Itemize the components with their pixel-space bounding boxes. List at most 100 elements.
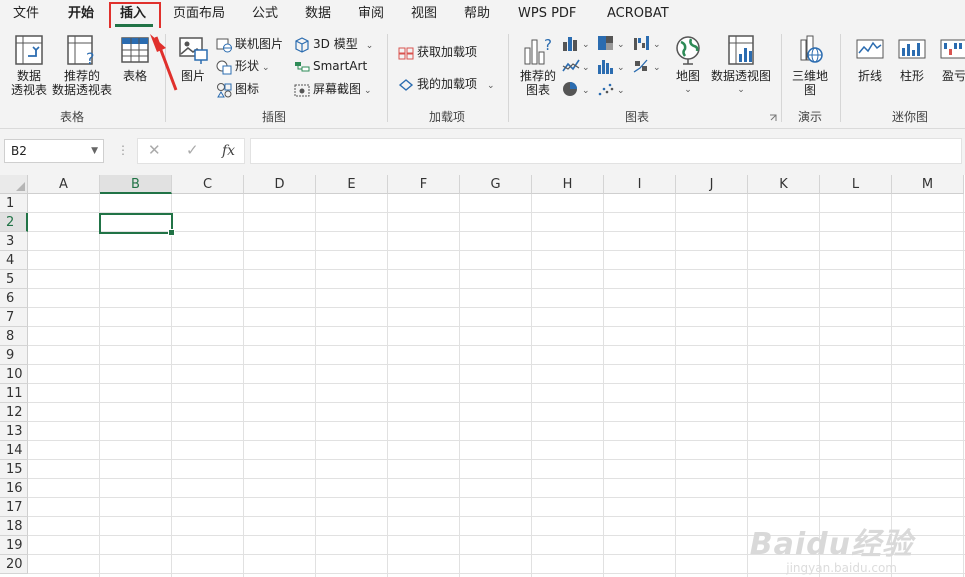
column-header-a[interactable]: A	[28, 175, 100, 194]
menu-file[interactable]: 文件	[13, 0, 39, 28]
column-header-g[interactable]: G	[460, 175, 532, 194]
row-header-15[interactable]: 15	[0, 460, 28, 479]
stat-chart-icon[interactable]: ⌄	[597, 57, 627, 75]
row-header-17[interactable]: 17	[0, 498, 28, 517]
online-picture-button[interactable]: 联机图片	[216, 34, 283, 54]
chevron-down-icon[interactable]: ▼	[91, 140, 98, 162]
smartart-icon	[295, 61, 310, 71]
column-header-l[interactable]: L	[820, 175, 892, 194]
screenshot-icon	[294, 84, 310, 96]
recommended-charts-icon: ?	[524, 36, 552, 65]
pie-chart-icon[interactable]: ⌄	[562, 80, 592, 98]
screenshot-button[interactable]: 屏幕截图 ⌄	[294, 79, 372, 99]
menu-help[interactable]: 帮助	[464, 0, 490, 28]
menu-data[interactable]: 数据	[305, 0, 331, 28]
store-icon	[398, 47, 414, 59]
selected-cell[interactable]	[99, 213, 175, 236]
row-header-8[interactable]: 8	[0, 327, 28, 346]
addins-group-label: 加载项	[429, 110, 466, 124]
screenshot-label: 屏幕截图	[313, 82, 362, 96]
map-3d-label: 三维地 图	[791, 69, 828, 97]
dialog-launcher-icon[interactable]	[769, 114, 777, 122]
column-header-b[interactable]: B	[100, 175, 172, 194]
column-header-j[interactable]: J	[676, 175, 748, 194]
menu-wps-pdf[interactable]: WPS PDF	[518, 0, 576, 28]
row-header-11[interactable]: 11	[0, 384, 28, 403]
row-header-16[interactable]: 16	[0, 479, 28, 498]
illustrations-group-label: 插图	[262, 110, 287, 124]
row-header-19[interactable]: 19	[0, 536, 28, 555]
recommended-charts-label: 推荐的 图表	[519, 69, 556, 97]
menu-page-layout[interactable]: 页面布局	[173, 0, 225, 28]
svg-text:?: ?	[544, 36, 552, 54]
pivot-chart-button[interactable]: 数据透视图 ⌄	[708, 34, 774, 97]
table-button[interactable]: 表格	[116, 34, 154, 83]
get-addins-label: 获取加载项	[417, 45, 478, 59]
drag-handle-icon[interactable]: ⋮	[117, 143, 129, 157]
formula-bar: B2 ▼ ⋮ ✕ ✓ fx	[0, 129, 965, 175]
row-header-12[interactable]: 12	[0, 403, 28, 422]
shapes-button[interactable]: 形状 ⌄	[216, 56, 270, 76]
recommended-charts-button[interactable]: ? 推荐的 图表	[516, 34, 560, 97]
column-header-c[interactable]: C	[172, 175, 244, 194]
row-header-7[interactable]: 7	[0, 308, 28, 327]
menu-view[interactable]: 视图	[411, 0, 437, 28]
smartart-button[interactable]: SmartArt	[294, 56, 367, 76]
row-header-2[interactable]: 2	[0, 213, 28, 232]
enter-icon[interactable]: ✓	[186, 141, 199, 159]
sparkline-column-button[interactable]: 柱形	[894, 34, 930, 83]
column-header-e[interactable]: E	[316, 175, 388, 194]
column-header-k[interactable]: K	[748, 175, 820, 194]
formula-input[interactable]	[250, 138, 962, 164]
insert-function-icon[interactable]: fx	[222, 143, 235, 159]
row-header-4[interactable]: 4	[0, 251, 28, 270]
row-header-20[interactable]: 20	[0, 555, 28, 574]
sparkline-line-button[interactable]: 折线	[852, 34, 888, 83]
hierarchy-chart-icon[interactable]: ⌄	[597, 34, 627, 52]
picture-button[interactable]: 图片	[174, 34, 212, 83]
column-chart-icon[interactable]: ⌄	[562, 34, 592, 52]
name-box[interactable]: B2 ▼	[4, 139, 104, 163]
map-3d-button[interactable]: 三维地 图	[790, 34, 830, 97]
icons-button[interactable]: 图标	[216, 79, 259, 99]
combo-chart-icon[interactable]: ⌄	[633, 57, 663, 75]
menu-review[interactable]: 审阅	[358, 0, 384, 28]
column-header-i[interactable]: I	[604, 175, 676, 194]
maps-button[interactable]: 地图 ⌄	[672, 34, 704, 97]
row-header-9[interactable]: 9	[0, 346, 28, 365]
get-addins-button[interactable]: 获取加载项	[398, 42, 477, 62]
cancel-icon[interactable]: ✕	[148, 141, 161, 159]
column-header-f[interactable]: F	[388, 175, 460, 194]
tours-group-label: 演示	[798, 110, 823, 124]
row-header-14[interactable]: 14	[0, 441, 28, 460]
icons-icon	[217, 82, 232, 97]
select-all-corner[interactable]	[0, 175, 28, 194]
row-header-3[interactable]: 3	[0, 232, 28, 251]
column-header-h[interactable]: H	[532, 175, 604, 194]
menu-home[interactable]: 开始	[68, 0, 94, 28]
sparkline-winloss-button[interactable]: 盈亏	[936, 34, 965, 83]
recommended-pivot-button[interactable]: ? 推荐的 数据透视表	[50, 34, 114, 97]
column-header-d[interactable]: D	[244, 175, 316, 194]
my-addins-button[interactable]: 我的加载项 ⌄	[398, 74, 495, 94]
row-header-10[interactable]: 10	[0, 365, 28, 384]
line-chart-icon[interactable]: ⌄	[562, 57, 592, 75]
model-3d-button[interactable]: 3D 模型 ⌄	[294, 34, 373, 54]
sparkline-winloss-label: 盈亏	[941, 69, 965, 83]
row-header-5[interactable]: 5	[0, 270, 28, 289]
waterfall-chart-icon[interactable]: ⌄	[633, 34, 663, 52]
menu-acrobat[interactable]: ACROBAT	[607, 0, 669, 28]
column-header-m[interactable]: M	[892, 175, 964, 194]
row-header-13[interactable]: 13	[0, 422, 28, 441]
row-header-6[interactable]: 6	[0, 289, 28, 308]
fill-handle[interactable]	[168, 229, 175, 236]
select-all-icon	[16, 182, 25, 191]
menu-formulas[interactable]: 公式	[252, 0, 278, 28]
sparklines-group-label: 迷你图	[892, 110, 929, 124]
row-header-1[interactable]: 1	[0, 194, 28, 213]
pivot-table-button[interactable]: 数据 透视表	[8, 34, 50, 97]
model-3d-label: 3D 模型	[313, 37, 358, 51]
scatter-chart-icon[interactable]: ⌄	[597, 80, 627, 98]
row-header-18[interactable]: 18	[0, 517, 28, 536]
svg-text:⌄: ⌄	[617, 63, 625, 73]
